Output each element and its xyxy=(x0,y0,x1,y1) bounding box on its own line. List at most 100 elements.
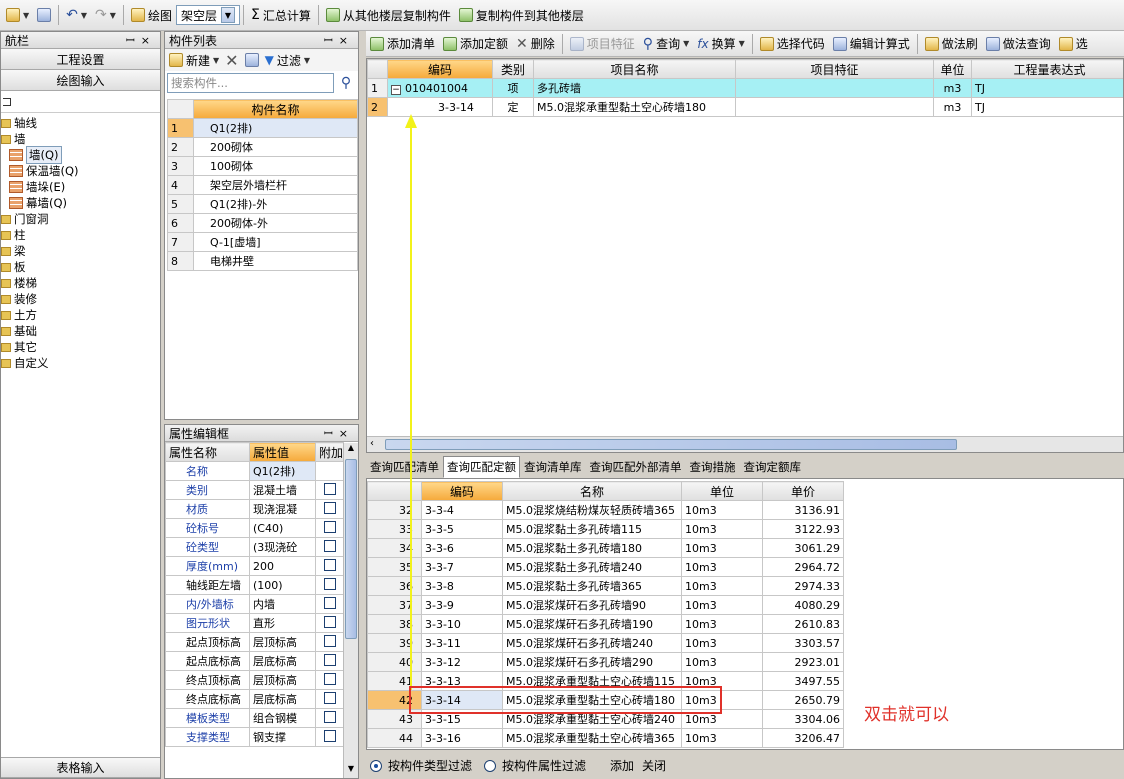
property-value-cell[interactable]: 层底标高 xyxy=(249,689,316,709)
property-value-cell[interactable]: 钢支撑 xyxy=(249,727,316,747)
checkbox[interactable] xyxy=(323,634,336,647)
checkbox[interactable] xyxy=(323,520,336,533)
component-row[interactable]: 8 电梯井壁 xyxy=(167,251,358,271)
nav-tree-item[interactable]: 门窗洞 xyxy=(1,211,160,227)
lower-code-cell[interactable]: 3-3-11 xyxy=(421,633,503,653)
checkbox[interactable] xyxy=(323,672,336,685)
lower-price-cell[interactable]: 2610.83 xyxy=(762,614,844,634)
lower-unit-cell[interactable]: 10m3 xyxy=(681,652,763,672)
nav-tree-item[interactable]: 其它 xyxy=(1,339,160,355)
collapse-box-icon[interactable]: − xyxy=(391,84,401,95)
lower-tab[interactable]: 查询定额库 xyxy=(740,456,806,478)
lower-price-cell[interactable]: 2650.79 xyxy=(762,690,844,710)
component-row[interactable]: 7 Q-1[虚墙] xyxy=(167,232,358,252)
item-name-cell[interactable]: 多孔砖墙 xyxy=(533,78,736,98)
property-row[interactable]: 终点底标高 层底标高 xyxy=(165,689,344,709)
component-search-input[interactable]: 搜索构件... xyxy=(167,73,334,93)
lower-tab[interactable]: 查询清单库 xyxy=(520,456,586,478)
property-value-cell[interactable]: 混凝土墙 xyxy=(249,480,316,500)
checkbox[interactable] xyxy=(323,691,336,704)
property-value-cell[interactable]: (100) xyxy=(249,575,316,595)
lower-quota-row[interactable]: 44 3-3-16 M5.0混浆承重型黏土空心砖墙365 10m3 3206.47 xyxy=(367,728,844,748)
lower-name-cell[interactable]: M5.0混浆煤矸石多孔砖墙90 xyxy=(502,595,682,615)
property-value-cell[interactable]: 200 xyxy=(249,556,316,576)
type-cell[interactable]: 项 xyxy=(492,78,534,98)
add-quota-button[interactable]: 添加定额 xyxy=(439,32,512,56)
pin-close-icon[interactable]: ꟷ× xyxy=(324,33,354,48)
checkbox[interactable] xyxy=(323,615,336,628)
property-row[interactable]: 砼标号 (C40) xyxy=(165,518,344,538)
property-row[interactable]: 起点底标高 层底标高 xyxy=(165,651,344,671)
delete-button[interactable]: ✕ 删除 xyxy=(512,32,559,56)
filter-by-type-radio[interactable]: 按构件类型过滤 xyxy=(370,757,472,774)
checkbox[interactable] xyxy=(323,558,336,571)
lower-code-cell[interactable]: 3-3-10 xyxy=(421,614,503,634)
lower-price-cell[interactable]: 2923.01 xyxy=(762,652,844,672)
pin-close-icon[interactable]: ꟷ× xyxy=(324,426,354,441)
undo-button[interactable]: ↶ ▼ xyxy=(62,3,91,27)
scroll-left-icon[interactable]: ‹ xyxy=(370,438,374,449)
scroll-down-icon[interactable]: ▼ xyxy=(344,764,358,778)
lower-quota-row[interactable]: 33 3-3-5 M5.0混浆黏土多孔砖墙115 10m3 3122.93 xyxy=(367,519,844,539)
lower-quota-row[interactable]: 41 3-3-13 M5.0混浆承重型黏土空心砖墙115 10m3 3497.55 xyxy=(367,671,844,691)
lower-code-cell[interactable]: 3-3-5 xyxy=(421,519,503,539)
unit-header[interactable]: 单位 xyxy=(933,59,972,79)
component-name-cell[interactable]: Q1(2排) xyxy=(193,118,358,138)
select-code-button[interactable]: 选择代码 xyxy=(756,32,829,56)
checkbox[interactable] xyxy=(323,729,336,742)
add-list-button[interactable]: 添加清单 xyxy=(366,32,439,56)
property-value-cell[interactable]: (3现浇砼 xyxy=(249,537,316,557)
method-brush-button[interactable]: 做法刷 xyxy=(921,32,982,56)
save-button[interactable] xyxy=(33,3,55,27)
edit-formula-button[interactable]: 编辑计算式 xyxy=(829,32,914,56)
nav-tree-item[interactable]: 装修 xyxy=(1,291,160,307)
property-value-cell[interactable]: 内墙 xyxy=(249,594,316,614)
new-component-button[interactable]: 新建 ▼ xyxy=(169,48,219,72)
lower-price-cell[interactable]: 3136.91 xyxy=(762,500,844,520)
nav-tree-item[interactable]: 轴线 xyxy=(1,115,160,131)
expression-cell[interactable]: TJ xyxy=(971,97,1123,117)
item-feature-header[interactable]: 项目特征 xyxy=(735,59,934,79)
lower-unit-cell[interactable]: 10m3 xyxy=(681,728,763,748)
delete-icon[interactable]: ✕ xyxy=(225,51,238,70)
method-query-button[interactable]: 做法查询 xyxy=(982,32,1055,56)
lower-quota-row[interactable]: 40 3-3-12 M5.0混浆煤矸石多孔砖墙290 10m3 2923.01 xyxy=(367,652,844,672)
lower-price-cell[interactable]: 4080.29 xyxy=(762,595,844,615)
code-cell[interactable]: −010401004 xyxy=(387,78,493,98)
nav-tree-item[interactable]: 墙(Q) xyxy=(1,146,160,164)
component-name-cell[interactable]: 架空层外墙栏杆 xyxy=(193,175,358,195)
floor-select[interactable]: 架空层 ▼ xyxy=(175,5,240,25)
scroll-thumb[interactable] xyxy=(345,459,357,639)
property-value-cell[interactable]: 组合钢模 xyxy=(249,708,316,728)
property-row[interactable]: 砼类型 (3现浇砼 xyxy=(165,537,344,557)
checkbox[interactable] xyxy=(323,577,336,590)
lower-price-cell[interactable]: 3497.55 xyxy=(762,671,844,691)
lower-quota-row[interactable]: 43 3-3-15 M5.0混浆承重型黏土空心砖墙240 10m3 3304.06 xyxy=(367,709,844,729)
lower-quota-row[interactable]: 42 3-3-14 M5.0混浆承重型黏土空心砖墙180 10m3 2650.79 xyxy=(367,690,844,710)
unit-cell[interactable]: m3 xyxy=(933,97,972,117)
expression-cell[interactable]: TJ xyxy=(971,78,1123,98)
lower-unit-cell[interactable]: 10m3 xyxy=(681,538,763,558)
property-row[interactable]: 终点顶标高 层顶标高 xyxy=(165,670,344,690)
property-value-cell[interactable]: 层顶标高 xyxy=(249,632,316,652)
component-name-cell[interactable]: Q-1[虚墙] xyxy=(193,232,358,252)
lower-code-header[interactable]: 编码 xyxy=(421,481,503,501)
lower-name-cell[interactable]: M5.0混浆煤矸石多孔砖墙190 xyxy=(502,614,682,634)
item-name-cell[interactable]: M5.0混浆承重型黏土空心砖墙180 xyxy=(533,97,736,117)
lower-price-cell[interactable]: 3061.29 xyxy=(762,538,844,558)
lower-unit-cell[interactable]: 10m3 xyxy=(681,595,763,615)
lower-price-cell[interactable]: 3206.47 xyxy=(762,728,844,748)
property-value-cell[interactable]: Q1(2排) xyxy=(249,461,316,481)
checkbox[interactable] xyxy=(323,653,336,666)
checkbox[interactable] xyxy=(323,501,336,514)
component-row[interactable]: 2 200砌体 xyxy=(167,137,358,157)
lower-code-cell[interactable]: 3-3-15 xyxy=(421,709,503,729)
checkbox[interactable] xyxy=(323,539,336,552)
component-row[interactable]: 4 架空层外墙栏杆 xyxy=(167,175,358,195)
quota-row[interactable]: 1−010401004 项多孔砖墙 m3 TJ xyxy=(367,78,1123,98)
component-row[interactable]: 6 200砌体-外 xyxy=(167,213,358,233)
lower-quota-row[interactable]: 36 3-3-8 M5.0混浆黏土多孔砖墙365 10m3 2974.33 xyxy=(367,576,844,596)
type-header[interactable]: 类别 xyxy=(492,59,534,79)
lower-code-cell[interactable]: 3-3-7 xyxy=(421,557,503,577)
component-name-cell[interactable]: 200砌体-外 xyxy=(193,213,358,233)
